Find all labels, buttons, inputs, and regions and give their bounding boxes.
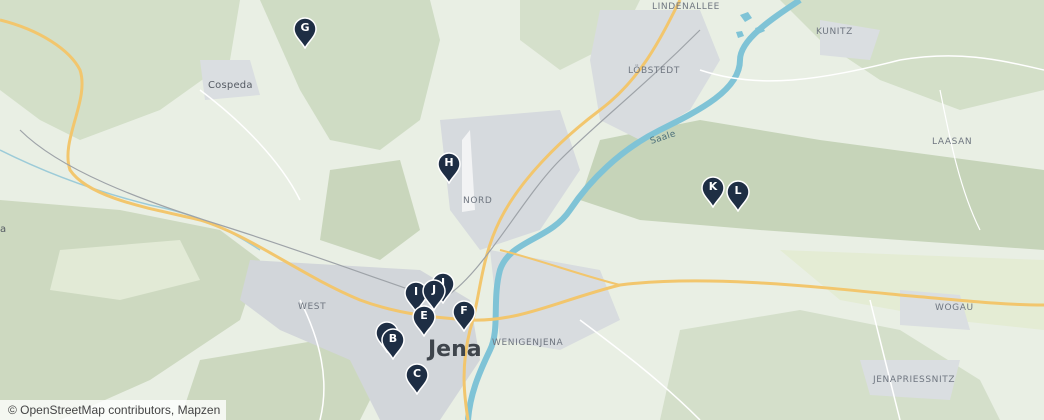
map-marker-h[interactable]: H — [437, 152, 461, 184]
place-label-wogau: WOGAU — [935, 303, 974, 313]
place-label-jenapriessnitz: JENAPRIESSNITZ — [873, 375, 956, 385]
marker-label: E — [420, 309, 428, 322]
place-label-laasan: LAASAN — [932, 137, 973, 147]
map-marker-b[interactable]: B — [381, 328, 405, 360]
marker-label: K — [708, 180, 718, 193]
marker-label: B — [388, 332, 398, 345]
marker-label: H — [444, 156, 454, 169]
place-label-wenigenjena: WENIGENJENA — [492, 338, 564, 348]
place-label-jena: Jena — [428, 337, 482, 362]
map-marker-g[interactable]: G — [293, 17, 317, 49]
map-marker-l[interactable]: L — [726, 180, 750, 212]
map-marker-k[interactable]: K — [701, 176, 725, 208]
map-basemap — [0, 0, 1044, 420]
place-label-nord: NORD — [463, 196, 493, 206]
place-label-kunitz: KUNITZ — [816, 27, 853, 37]
map-canvas[interactable]: LINDENALLEE KUNITZ Cospeda LÖBSTEDT Saal… — [0, 0, 1044, 420]
map-marker-e[interactable]: E — [412, 305, 436, 337]
place-label-partial: a — [0, 224, 7, 235]
marker-label: L — [734, 184, 742, 197]
place-label-lindenallee: LINDENALLEE — [652, 2, 720, 12]
marker-label: F — [460, 304, 468, 317]
place-label-cospeda: Cospeda — [208, 80, 253, 91]
place-label-lobstedt: LÖBSTEDT — [628, 66, 680, 76]
map-marker-c[interactable]: C — [405, 363, 429, 395]
marker-label: J — [431, 283, 437, 296]
place-label-west: WEST — [298, 302, 327, 312]
marker-label: G — [300, 21, 310, 34]
map-attribution[interactable]: © OpenStreetMap contributors, Mapzen — [0, 400, 227, 420]
map-marker-f[interactable]: F — [452, 300, 476, 332]
marker-label: C — [412, 367, 422, 380]
